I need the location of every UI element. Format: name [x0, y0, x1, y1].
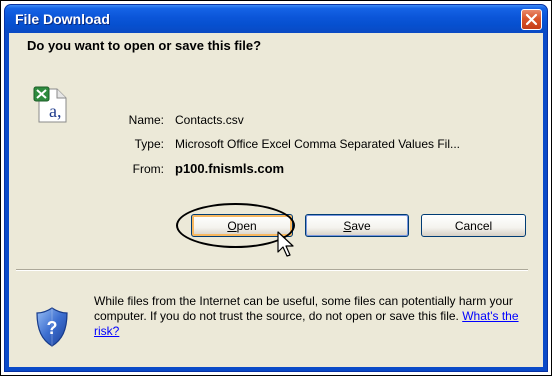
- cancel-button-label: Cancel: [454, 218, 493, 233]
- name-label: Name:: [128, 113, 164, 127]
- svg-text:?: ?: [47, 318, 58, 338]
- save-button-label: Save: [343, 218, 371, 233]
- from-value: p100.fnismls.com: [175, 161, 285, 176]
- type-label: Type:: [134, 137, 164, 151]
- from-label: From:: [132, 162, 164, 176]
- close-button[interactable]: [521, 9, 542, 30]
- save-button[interactable]: Save: [305, 214, 409, 237]
- open-button-label: Open: [227, 218, 257, 233]
- dialog-title: File Download: [15, 11, 110, 27]
- security-warning-text: While files from the Internet can be use…: [94, 294, 513, 323]
- svg-text:a,: a,: [49, 101, 62, 121]
- title-bar[interactable]: File Download: [5, 5, 547, 33]
- security-warning: While files from the Internet can be use…: [94, 294, 534, 339]
- csv-file-icon: a,: [33, 86, 67, 123]
- type-value: Microsoft Office Excel Comma Separated V…: [175, 137, 460, 151]
- close-icon: [525, 13, 538, 26]
- dialog-question: Do you want to open or save this file?: [27, 38, 262, 53]
- security-shield-icon: ?: [36, 307, 68, 347]
- name-value: Contacts.csv: [175, 113, 244, 127]
- cancel-button[interactable]: Cancel: [421, 214, 526, 237]
- mouse-pointer-icon: [277, 231, 294, 257]
- dialog-divider-highlight: [16, 270, 528, 271]
